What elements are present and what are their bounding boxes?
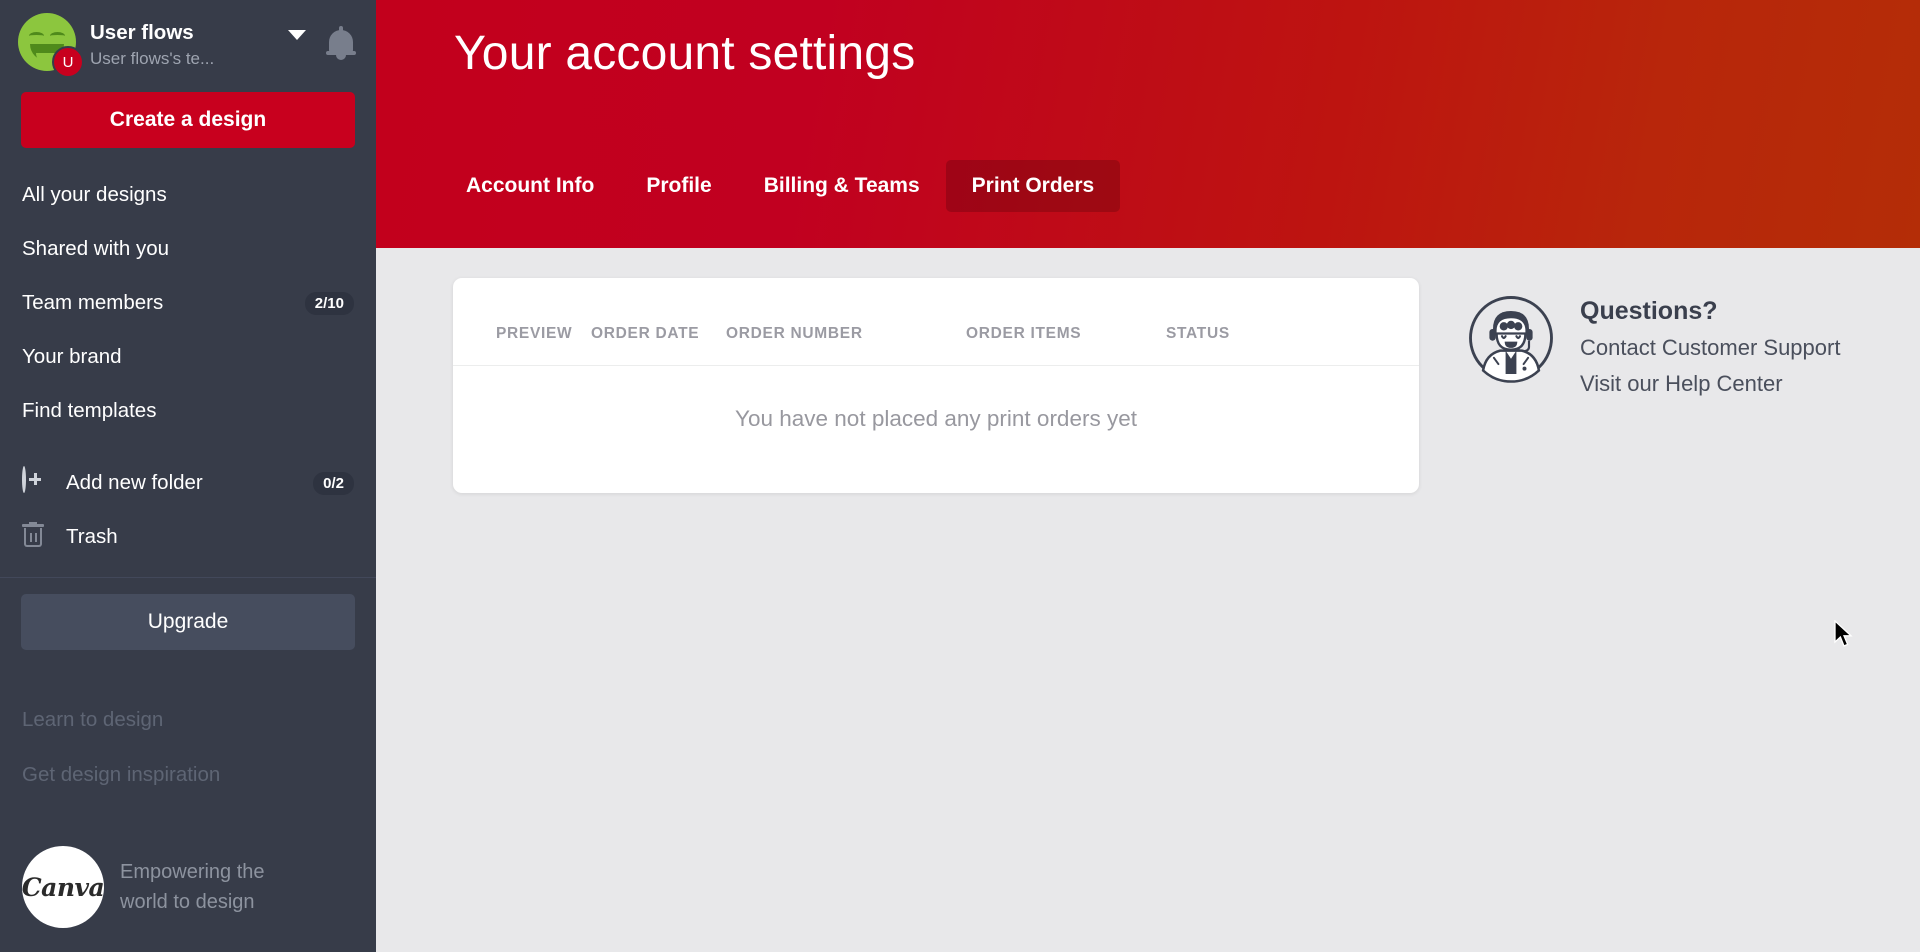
settings-tabs: Account Info Profile Billing & Teams Pri… [440, 160, 1121, 212]
sidebar-nav: All your designs Shared with you Team me… [0, 168, 376, 564]
trash-icon [22, 522, 52, 552]
sidebar-item-label: Shared with you [22, 237, 170, 260]
sidebar-item-label: Find templates [22, 399, 157, 422]
column-header-status: STATUS [1166, 325, 1230, 342]
sidebar-divider [0, 577, 376, 578]
canva-logo: Canva [21, 846, 105, 928]
sidebar-item-learn-to-design[interactable]: Learn to design [0, 692, 376, 747]
team-members-count-badge: 2/10 [304, 291, 354, 315]
account-name: User flows [90, 21, 194, 44]
main-content: Your account settings Account Info Profi… [376, 0, 1920, 952]
tagline-line-2: world to design [120, 891, 255, 913]
support-panel: Questions? Contact Customer Support Visi… [1466, 293, 1840, 402]
sidebar-secondary-links: Learn to design Get design inspiration [0, 692, 376, 802]
support-title: Questions? [1580, 297, 1718, 325]
account-team-name: User flows's te... [90, 49, 215, 68]
bell-icon[interactable] [324, 26, 358, 64]
orders-empty-state-message: You have not placed any print orders yet [735, 406, 1137, 431]
chevron-down-icon[interactable] [288, 30, 306, 40]
column-header-order-number: ORDER NUMBER [726, 325, 863, 342]
canva-tagline: Empowering the world to design [120, 857, 265, 917]
avatar[interactable]: U [18, 13, 84, 79]
avatar-badge: U [52, 46, 84, 78]
plus-circle-icon [22, 466, 52, 498]
create-a-design-button[interactable]: Create a design [21, 92, 355, 148]
sidebar-item-team-members[interactable]: Team members 2/10 [0, 276, 376, 330]
contact-customer-support-link[interactable]: Contact Customer Support [1580, 330, 1840, 366]
sidebar-item-label: Team members [22, 291, 164, 314]
column-header-order-items: ORDER ITEMS [966, 325, 1082, 342]
sidebar: U User flows User flows's te... Create a… [0, 0, 376, 952]
tab-profile[interactable]: Profile [620, 160, 737, 212]
sidebar-item-label: All your designs [22, 183, 167, 206]
sidebar-item-all-your-designs[interactable]: All your designs [0, 168, 376, 222]
column-header-order-date: ORDER DATE [591, 325, 700, 342]
page-title: Your account settings [454, 27, 916, 80]
sidebar-item-label: Add new folder [66, 471, 203, 494]
sidebar-item-get-design-inspiration[interactable]: Get design inspiration [0, 747, 376, 802]
tab-print-orders[interactable]: Print Orders [945, 160, 1121, 212]
orders-table-header: PREVIEW ORDER DATE ORDER NUMBER ORDER IT… [453, 278, 1419, 366]
tab-account-info[interactable]: Account Info [440, 160, 620, 212]
canva-logo-text: Canva [21, 872, 105, 902]
sidebar-item-trash[interactable]: Trash [0, 510, 376, 564]
sidebar-item-label: Trash [66, 525, 118, 548]
account-switcher[interactable]: U User flows User flows's te... [0, 0, 376, 79]
folder-count-badge: 0/2 [313, 471, 354, 495]
tab-billing-and-teams[interactable]: Billing & Teams [738, 160, 946, 212]
upgrade-button[interactable]: Upgrade [21, 594, 355, 650]
visit-help-center-link[interactable]: Visit our Help Center [1580, 366, 1840, 402]
canva-brand-footer: Canva Empowering the world to design [22, 846, 265, 928]
page-header-banner: Your account settings Account Info Profi… [376, 0, 1920, 248]
sidebar-item-your-brand[interactable]: Your brand [0, 330, 376, 384]
print-orders-card: PREVIEW ORDER DATE ORDER NUMBER ORDER IT… [453, 278, 1419, 493]
column-header-preview: PREVIEW [496, 325, 573, 342]
support-agent-icon [1466, 293, 1556, 383]
sidebar-item-shared-with-you[interactable]: Shared with you [0, 222, 376, 276]
tagline-line-1: Empowering the [120, 861, 265, 883]
mouse-cursor [1834, 619, 1856, 650]
canva-account-settings-page: U User flows User flows's te... Create a… [0, 0, 1920, 952]
sidebar-item-add-new-folder[interactable]: Add new folder 0/2 [0, 456, 376, 510]
sidebar-item-label: Your brand [22, 345, 122, 368]
sidebar-item-find-templates[interactable]: Find templates [0, 384, 376, 438]
